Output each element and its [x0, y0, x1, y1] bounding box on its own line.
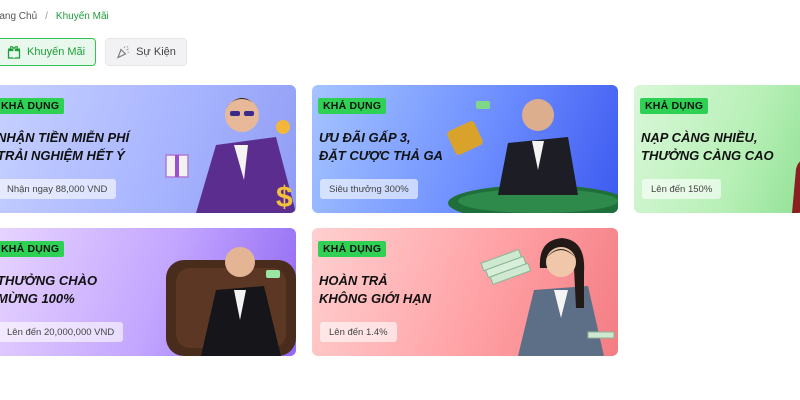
promo-illustration-partial	[792, 161, 800, 213]
tab-events-label: Sự Kiện	[136, 46, 176, 58]
status-badge: KHẢ DỤNG	[0, 98, 65, 114]
breadcrumb-home-link[interactable]: rang Chủ	[0, 11, 37, 22]
tab-promotions[interactable]: Khuyến Mãi	[0, 38, 97, 66]
breadcrumb-separator: /	[45, 11, 48, 22]
promo-subtitle: Lên đến 1.4%	[320, 322, 397, 342]
man-purple-suit-illustration: $	[165, 98, 296, 213]
man-armchair-illustration	[166, 247, 296, 356]
casino-dealer-illustration	[447, 99, 618, 213]
promo-card-unlimited-rebate[interactable]: KHẢ DỤNG HOÀN TRẢ KHÔNG GIỚI HẠN Lên đến…	[312, 228, 618, 356]
party-popper-icon	[116, 45, 130, 59]
svg-text:$: $	[276, 181, 293, 213]
promo-title: NẠP CÀNG NHIỀU, THƯỞNG CÀNG CAO	[641, 130, 774, 163]
breadcrumb: rang Chủ / Khuyến Mãi	[0, 11, 109, 22]
gift-icon	[7, 45, 21, 59]
promo-subtitle: Siêu thưởng 300%	[320, 179, 418, 199]
tab-events[interactable]: Sự Kiện	[105, 38, 187, 66]
promo-subtitle: Lên đến 150%	[642, 179, 722, 199]
promo-card-deposit-bonus[interactable]: KHẢ DỤNG NẠP CÀNG NHIỀU, THƯỞNG CÀNG CAO…	[634, 85, 800, 213]
tab-promotions-label: Khuyến Mãi	[27, 46, 86, 58]
status-badge: KHẢ DỤNG	[640, 98, 709, 114]
promo-card-welcome-bonus[interactable]: KHẢ DỤNG THƯỞNG CHÀO MỪNG 100% Lên đến 2…	[0, 228, 296, 356]
promotion-tabs: Khuyến Mãi Sự Kiện	[0, 38, 187, 66]
woman-cash-illustration	[480, 238, 615, 356]
status-badge: KHẢ DỤNG	[318, 241, 387, 257]
promo-subtitle: Lên đến 20,000,000 VND	[0, 322, 124, 342]
promo-title: NHẬN TIỀN MIỄN PHÍ TRẢI NGHIỆM HẾT Ý	[0, 130, 130, 163]
promo-card-triple-bonus[interactable]: KHẢ DỤNG ƯU ĐÃI GẤP 3, ĐẶT CƯỢC THẢ GA S…	[312, 85, 618, 213]
breadcrumb-current: Khuyến Mãi	[55, 11, 109, 22]
status-badge: KHẢ DỤNG	[318, 98, 387, 114]
promo-card-free-money[interactable]: KHẢ DỤNG NHẬN TIỀN MIỄN PHÍ TRẢI NGHIỆM …	[0, 85, 296, 213]
promo-subtitle: Nhận ngay 88,000 VND	[0, 179, 117, 199]
status-badge: KHẢ DỤNG	[0, 241, 65, 257]
